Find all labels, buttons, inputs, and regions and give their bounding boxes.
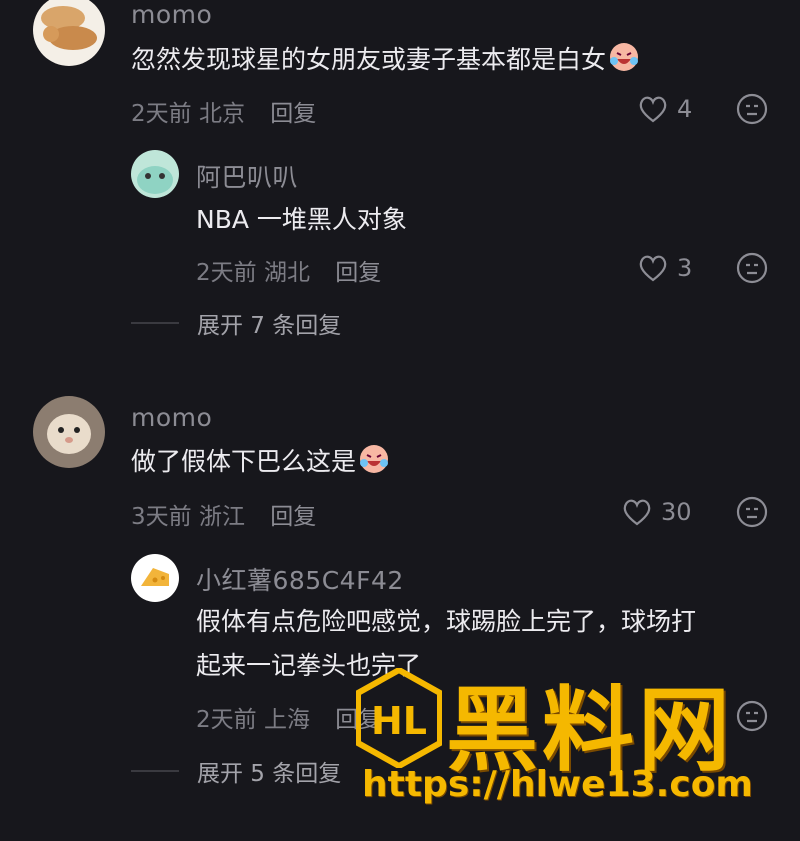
like-count: 4: [677, 95, 693, 123]
neutral-face-icon[interactable]: [736, 496, 768, 528]
comment-username[interactable]: 阿巴叭叭: [196, 158, 298, 194]
neutral-face-icon[interactable]: [736, 252, 768, 284]
comment-username[interactable]: 小红薯685C4F42: [196, 561, 404, 597]
comment-meta: 2天前 湖北 回复: [196, 260, 382, 286]
divider-line: [131, 322, 179, 324]
like-count: 3: [677, 254, 693, 282]
like-button[interactable]: 30: [621, 497, 692, 527]
neutral-face-icon[interactable]: [736, 700, 768, 732]
comment-meta: 3天前 浙江 回复: [131, 504, 317, 530]
avatar-momo-1[interactable]: [33, 0, 105, 66]
watermark-url: https://hlwe13.com: [362, 764, 753, 805]
avatar-ababa[interactable]: [131, 150, 179, 198]
laugh-cry-emoji-icon: [610, 43, 639, 71]
hamster-avatar-icon: [47, 414, 91, 454]
reply-button[interactable]: 回复: [270, 101, 316, 127]
divider-line: [131, 770, 179, 772]
heart-icon: [639, 255, 667, 282]
logo-text: HL: [371, 699, 427, 743]
neutral-face-icon[interactable]: [736, 93, 768, 125]
cheese-avatar-icon: [141, 568, 169, 586]
comment-meta: 2天前 上海 回复: [196, 707, 382, 733]
like-button[interactable]: 3: [637, 253, 692, 283]
expand-replies-button[interactable]: 展开 5 条回复: [131, 754, 341, 788]
like-count: 30: [661, 498, 692, 526]
avatar-momo-2[interactable]: [33, 396, 105, 468]
heart-icon: [639, 96, 667, 123]
hl-logo-icon: HL: [356, 668, 442, 768]
heart-icon: [623, 499, 651, 526]
reply-button[interactable]: 回复: [270, 504, 316, 530]
cartoon-avatar-icon: [137, 166, 173, 194]
reply-button[interactable]: 回复: [335, 260, 381, 286]
avatar-xiaohongshu[interactable]: [131, 554, 179, 602]
cats-avatar-icon: [41, 6, 97, 50]
comment-text: 做了假体下巴么这是: [131, 440, 390, 484]
laugh-cry-emoji-icon: [360, 445, 389, 473]
comment-text: NBA 一堆黑人对象: [196, 205, 407, 234]
comment-username[interactable]: momo: [131, 403, 212, 432]
comment-meta: 2天前 北京 回复: [131, 101, 317, 127]
like-button[interactable]: 4: [637, 94, 692, 124]
comment-text: 忽然发现球星的女朋友或妻子基本都是白女: [131, 38, 640, 82]
expand-replies-button[interactable]: 展开 7 条回复: [131, 306, 341, 340]
comment-username[interactable]: momo: [131, 0, 212, 29]
